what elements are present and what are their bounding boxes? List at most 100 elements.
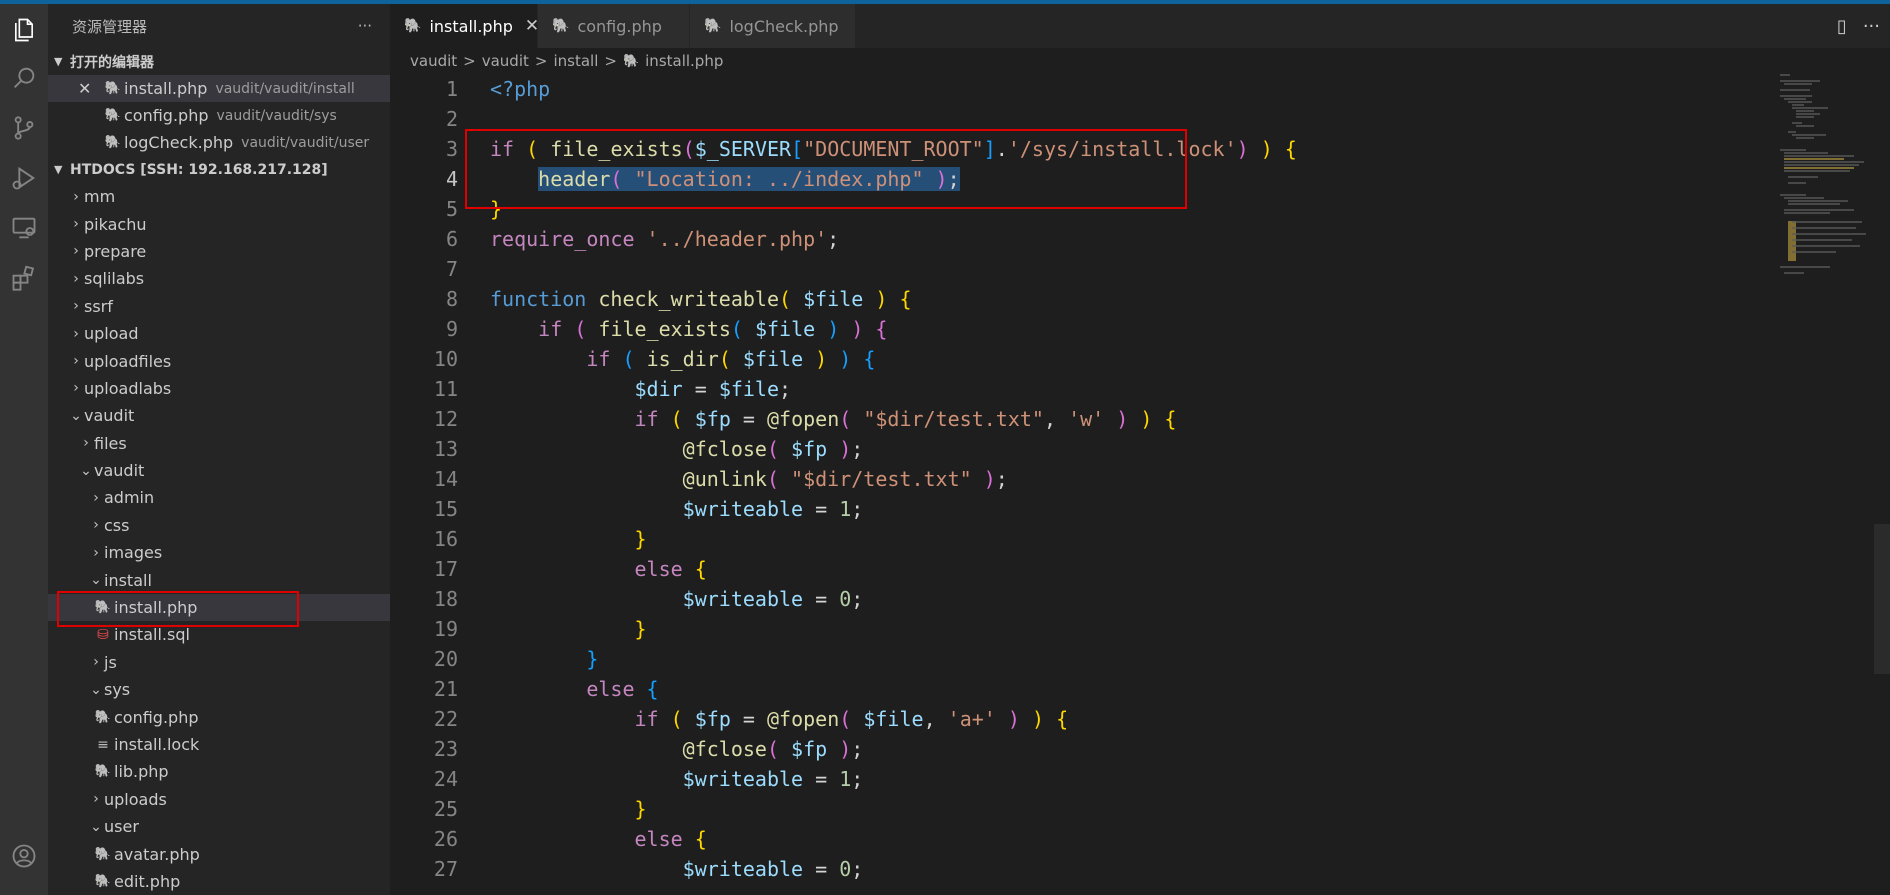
tree-folder[interactable]: › upload [48, 320, 390, 347]
tree-label: prepare [84, 241, 147, 261]
workspace-section[interactable]: ▼ HTDOCS [SSH: 192.168.217.128] [48, 156, 390, 183]
tab-label: config.php [577, 16, 662, 36]
code-line: 18 $writeable = 0; [390, 584, 1770, 614]
tree-folder[interactable]: › uploadfiles [48, 347, 390, 374]
chevron-right-icon: › [73, 188, 79, 205]
tab-logcheck-php[interactable]: 🐘 logCheck.php [690, 4, 856, 48]
code-line: 16 } [390, 524, 1770, 554]
tree-folder[interactable]: › js [48, 649, 390, 676]
line-number: 1 [445, 77, 458, 101]
tree-folder[interactable]: ⌄ vaudit [48, 457, 390, 484]
line-number: 11 [433, 377, 458, 401]
breadcrumb-item[interactable]: install [553, 52, 598, 70]
tab-label: install.php [429, 16, 513, 36]
tree-folder[interactable]: › images [48, 539, 390, 566]
php-file-icon: 🐘 [704, 18, 722, 34]
tree-folder[interactable]: › uploads [48, 786, 390, 813]
tree-folder[interactable]: › sqlilabs [48, 265, 390, 292]
line-number: 4 [445, 167, 458, 191]
tree-file[interactable]: 🐘 avatar.php [48, 840, 390, 867]
tree-file[interactable]: ≡ install.lock [48, 731, 390, 758]
explorer-header: 资源管理器 ··· [48, 4, 390, 48]
chevron-right-icon: › [73, 325, 79, 342]
tree-folder[interactable]: › pikachu [48, 210, 390, 237]
tab-config-php[interactable]: 🐘 config.php [538, 4, 690, 48]
tree-folder[interactable]: › files [48, 430, 390, 457]
run-debug-icon[interactable] [0, 156, 48, 200]
open-editors-title: 打开的编辑器 [70, 54, 154, 71]
tree-folder[interactable]: › ssrf [48, 293, 390, 320]
account-icon[interactable] [0, 834, 48, 878]
breadcrumb-item[interactable]: install.php [645, 52, 723, 70]
line-number: 27 [433, 857, 458, 881]
tree-file[interactable]: 🐘 config.php [48, 703, 390, 730]
tab-install-php[interactable]: 🐘 install.php ✕ [390, 4, 539, 48]
tree-file[interactable]: 🐘 lib.php [48, 758, 390, 785]
tree-folder[interactable]: ⌄ user [48, 813, 390, 840]
tree-folder[interactable]: › mm [48, 183, 390, 210]
chevron-down-icon: ⌄ [90, 681, 102, 698]
open-editor-item[interactable]: 🐘 logCheck.php vaudit/vaudit/user [48, 129, 390, 156]
php-file-icon: 🐘 [622, 53, 640, 69]
tree-file[interactable]: 🐘 edit.php [48, 868, 390, 895]
open-editor-item[interactable]: 🐘 config.php vaudit/vaudit/sys [48, 102, 390, 129]
tree-folder[interactable]: ⌄ sys [48, 676, 390, 703]
php-file-icon: 🐘 [104, 108, 122, 123]
chevron-right-icon: > [534, 52, 548, 70]
tree-folder[interactable]: ⌄ install [48, 566, 390, 593]
code-line: 6 require_once '../header.php'; [390, 224, 1770, 254]
code-line: 7 [390, 254, 1770, 284]
more-actions-icon[interactable]: ··· [358, 17, 372, 35]
line-number: 15 [433, 497, 458, 521]
open-editor-item[interactable]: ✕ 🐘 install.php vaudit/vaudit/install [48, 75, 390, 102]
open-editors-section[interactable]: ▼ 打开的编辑器 [48, 48, 390, 75]
php-file-icon: 🐘 [404, 18, 422, 34]
line-number: 5 [445, 197, 458, 221]
tree-folder[interactable]: › css [48, 512, 390, 539]
tree-label: ssrf [84, 296, 113, 316]
tree-folder[interactable]: › admin [48, 484, 390, 511]
breadcrumb-item[interactable]: vaudit [410, 52, 457, 70]
source-control-icon[interactable] [0, 106, 48, 150]
remote-explorer-icon[interactable] [0, 206, 48, 250]
tree-folder[interactable]: › uploadlabs [48, 375, 390, 402]
code-line: 21 else { [390, 674, 1770, 704]
highlight-box [465, 129, 1187, 209]
chevron-right-icon: › [73, 270, 79, 287]
tab-label: logCheck.php [729, 16, 839, 36]
chevron-right-icon: > [463, 52, 476, 70]
more-actions-icon[interactable]: ··· [1863, 16, 1880, 37]
tree-label: mm [84, 187, 116, 207]
close-icon[interactable]: ✕ [525, 16, 539, 36]
tree-label: config.php [114, 707, 199, 727]
tree-label: vaudit [84, 406, 135, 426]
highlight-box [57, 591, 299, 627]
editor-actions: ▯ ··· [1837, 4, 1890, 48]
split-editor-icon[interactable]: ▯ [1837, 16, 1847, 37]
code-line: 13 @fclose( $fp ); [390, 434, 1770, 464]
php-file-icon: 🐘 [94, 846, 112, 862]
code-line: 17 else { [390, 554, 1770, 584]
tree-folder[interactable]: ⌄ vaudit [48, 402, 390, 429]
line-number: 22 [433, 707, 458, 731]
code-line: 19 } [390, 614, 1770, 644]
extensions-icon[interactable] [0, 256, 48, 300]
search-icon[interactable] [0, 56, 48, 100]
chevron-down-icon: ▼ [54, 55, 63, 68]
tree-label: admin [104, 488, 155, 508]
explorer-icon[interactable] [0, 8, 48, 52]
code-line: 23 @fclose( $fp ); [390, 734, 1770, 764]
tree-label: vaudit [94, 461, 145, 481]
tree-label: sqlilabs [84, 269, 145, 289]
chevron-right-icon: › [93, 791, 99, 808]
minimap[interactable] [1780, 74, 1880, 334]
line-number: 6 [445, 227, 458, 251]
tree-label: install.lock [114, 735, 200, 754]
close-icon[interactable]: ✕ [78, 79, 102, 98]
breadcrumb-item[interactable]: vaudit [482, 52, 529, 70]
tree-label: css [104, 515, 130, 535]
code-line: 26 else { [390, 824, 1770, 854]
tree-folder[interactable]: › prepare [48, 238, 390, 265]
chevron-right-icon: › [93, 654, 99, 671]
editor-area: 🐘 install.php ✕ 🐘 config.php 🐘 logCheck.… [390, 4, 1890, 895]
